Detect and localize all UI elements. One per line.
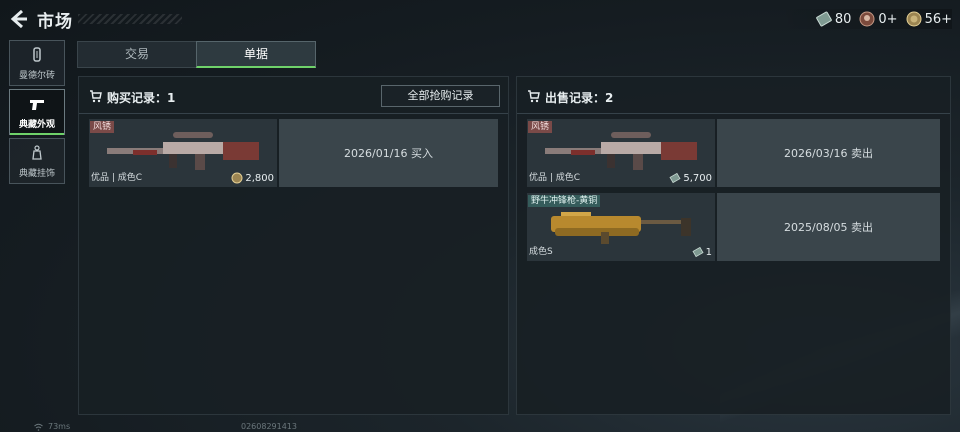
bison-smg-brass-image	[551, 212, 691, 244]
cash-icon	[669, 172, 681, 184]
skin-tag: 风锈	[528, 121, 553, 133]
cash-icon	[692, 246, 704, 258]
purchase-records-title: 购买记录：1	[107, 91, 176, 105]
skin-tag: 野牛冲锋枪-黄铜	[528, 195, 601, 207]
item-price: 5,700	[669, 172, 712, 184]
skin-tag: 风锈	[90, 121, 115, 133]
all-rush-purchase-records-button[interactable]: 全部抢购记录	[381, 85, 500, 107]
back-button[interactable]	[8, 8, 30, 30]
item-price-value: 2,800	[245, 172, 274, 184]
pistol-icon	[30, 100, 44, 110]
page-title: 市场	[37, 12, 73, 32]
sidebar-item-mandel-brick[interactable]: 曼德尔砖	[9, 40, 65, 86]
item-quality: 成色S	[529, 247, 553, 257]
currency-bar: 80 0+ 56+	[775, 9, 952, 29]
purchase-record-icon	[90, 90, 102, 103]
purchase-records-panel: 购买记录：1 全部抢购记录 风锈 优品 | 成色C 2,800 2026/01/…	[78, 76, 509, 415]
sidebar-item-label: 典藏外观	[18, 120, 55, 130]
item-price: 2,800	[231, 172, 274, 184]
sale-record-row[interactable]: 风锈 优品 | 成色C 5,700 2026/03/16 卖出	[527, 119, 940, 187]
mandel-brick-icon	[33, 47, 41, 62]
sale-record-icon	[528, 90, 540, 103]
charm-icon	[32, 145, 42, 160]
item-card: 风锈 优品 | 成色C 2,800	[89, 119, 277, 187]
currency-coin[interactable]: 56+	[906, 11, 952, 27]
sidebar-item-label: 曼德尔砖	[18, 71, 55, 81]
record-date: 2026/03/16 卖出	[717, 119, 940, 187]
currency-cash-value: 80	[834, 11, 852, 27]
back-arrow-icon	[10, 9, 27, 29]
coin-icon	[906, 11, 922, 27]
sidebar-item-collection-skins[interactable]: 典藏外观	[9, 89, 65, 135]
currency-coin-value: 56+	[924, 11, 952, 27]
item-price: 1	[692, 246, 712, 258]
item-price-value: 5,700	[683, 172, 712, 184]
sale-record-row[interactable]: 野牛冲锋枪-黄铜 成色S 1 2025/08/05 卖出	[527, 193, 940, 261]
cash-icon	[816, 11, 832, 27]
tab-trade[interactable]: 交易	[77, 41, 197, 68]
uid-text: 02608291413	[241, 422, 297, 431]
purchase-records-header: 购买记录：1 全部抢购记录	[79, 77, 508, 114]
title-decoration	[78, 14, 182, 24]
item-quality: 优品 | 成色C	[529, 173, 581, 183]
item-card: 风锈 优品 | 成色C 5,700	[527, 119, 715, 187]
active-indicator	[10, 133, 64, 135]
rifle-rust-image	[545, 132, 697, 170]
sale-records-header: 出售记录：2	[517, 77, 950, 114]
wifi-icon	[34, 423, 43, 431]
sidebar-item-collection-charms[interactable]: 典藏挂饰	[9, 138, 65, 184]
sidebar-item-label: 典藏挂饰	[18, 169, 55, 179]
record-date: 2025/08/05 卖出	[717, 193, 940, 261]
coin-icon	[231, 172, 243, 184]
purchase-record-row[interactable]: 风锈 优品 | 成色C 2,800 2026/01/16 买入	[89, 119, 498, 187]
item-card: 野牛冲锋枪-黄铜 成色S 1	[527, 193, 715, 261]
rifle-rust-image	[107, 132, 259, 170]
status-bar: 73ms 02608291413	[0, 420, 960, 432]
currency-token-value: 0+	[878, 11, 898, 27]
sale-records-panel: 出售记录：2 风锈 优品 | 成色C 5,700 2026/03/16 卖出 野…	[516, 76, 951, 415]
item-price-value: 1	[705, 246, 712, 258]
currency-token[interactable]: 0+	[859, 11, 898, 27]
top-bar: 市场 80 0+ 56+	[0, 0, 960, 38]
record-date: 2026/01/16 买入	[279, 119, 498, 187]
ping-text: 73ms	[48, 422, 71, 431]
item-quality: 优品 | 成色C	[91, 173, 143, 183]
currency-cash[interactable]: 80	[816, 11, 852, 27]
tab-records[interactable]: 单据	[196, 41, 316, 68]
token-icon	[859, 11, 875, 27]
sale-records-title: 出售记录：2	[545, 91, 614, 105]
